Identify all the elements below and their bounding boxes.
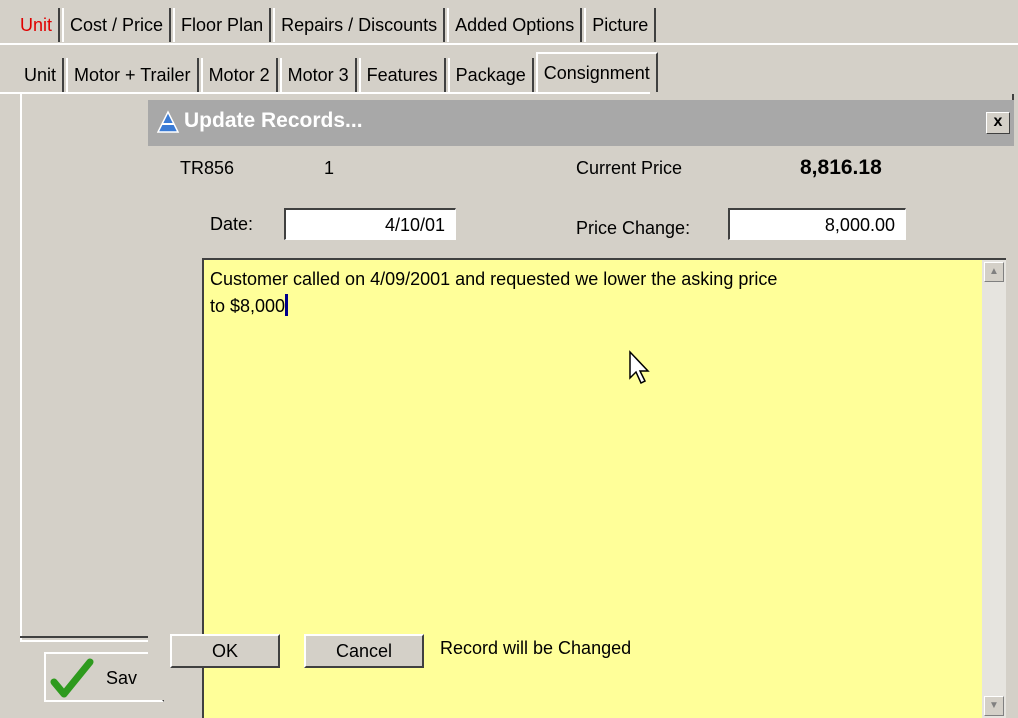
cancel-button[interactable]: Cancel (304, 634, 424, 668)
panel-left-edge (20, 94, 22, 640)
scroll-down-icon[interactable]: ▼ (984, 696, 1004, 716)
tab-motor-trailer[interactable]: Motor + Trailer (66, 58, 199, 92)
notes-scrollbar[interactable]: ▲ ▼ (982, 260, 1006, 718)
record-id: TR856 (180, 158, 235, 178)
save-button[interactable]: Sav (44, 652, 164, 702)
text-caret (285, 294, 289, 316)
checkmark-icon (50, 658, 94, 698)
tab-picture[interactable]: Picture (584, 8, 657, 42)
close-icon[interactable]: x (986, 112, 1010, 134)
dialog-titlebar[interactable]: Update Records... x (148, 100, 1014, 146)
date-field[interactable]: 4/10/01 (284, 208, 456, 240)
tab-row-2-line (0, 92, 650, 94)
tab-repairs-discounts[interactable]: Repairs / Discounts (273, 8, 446, 42)
panel-bottom-edge (20, 636, 150, 638)
tab-floor-plan[interactable]: Floor Plan (173, 8, 272, 42)
tab-motor-2[interactable]: Motor 2 (200, 58, 278, 92)
notes-line-1: Customer called on 4/09/2001 and request… (210, 269, 778, 289)
dialog-title: Update Records... (184, 109, 363, 132)
tab-row-1-line (0, 43, 1018, 45)
record-number: 1 (324, 158, 335, 178)
scroll-up-icon[interactable]: ▲ (984, 262, 1004, 282)
notes-line-2: to $8,000 (210, 296, 286, 316)
save-button-label: Sav (106, 668, 138, 688)
tab-package[interactable]: Package (447, 58, 534, 92)
notes-text: Customer called on 4/09/2001 and request… (210, 266, 910, 320)
update-records-dialog: Update Records... x TR856 1 Current Pric… (148, 100, 1014, 718)
tabs-row-1: Unit Cost / Price Floor Plan Repairs / D… (14, 2, 658, 42)
price-change-label: Price Change: (576, 218, 691, 238)
tab-cost-price[interactable]: Cost / Price (62, 8, 172, 42)
tab-unit[interactable]: Unit (14, 8, 61, 42)
app-icon (156, 110, 180, 133)
date-label: Date: (210, 214, 254, 234)
tab-features[interactable]: Features (358, 58, 446, 92)
status-text: Record will be Changed (440, 638, 632, 658)
tab-unit-sub[interactable]: Unit (18, 58, 65, 92)
tab-motor-3[interactable]: Motor 3 (279, 58, 357, 92)
tab-consignment[interactable]: Consignment (535, 52, 658, 92)
current-price-label: Current Price (576, 158, 683, 178)
tabs-row-2: Unit Motor + Trailer Motor 2 Motor 3 Fea… (18, 52, 660, 92)
mouse-cursor-icon (629, 350, 650, 385)
tab-added-options[interactable]: Added Options (447, 8, 583, 42)
current-price-value: 8,816.18 (800, 156, 882, 179)
price-change-field[interactable]: 8,000.00 (728, 208, 906, 240)
ok-button[interactable]: OK (170, 634, 280, 668)
panel-bottom-highlight (20, 640, 150, 642)
